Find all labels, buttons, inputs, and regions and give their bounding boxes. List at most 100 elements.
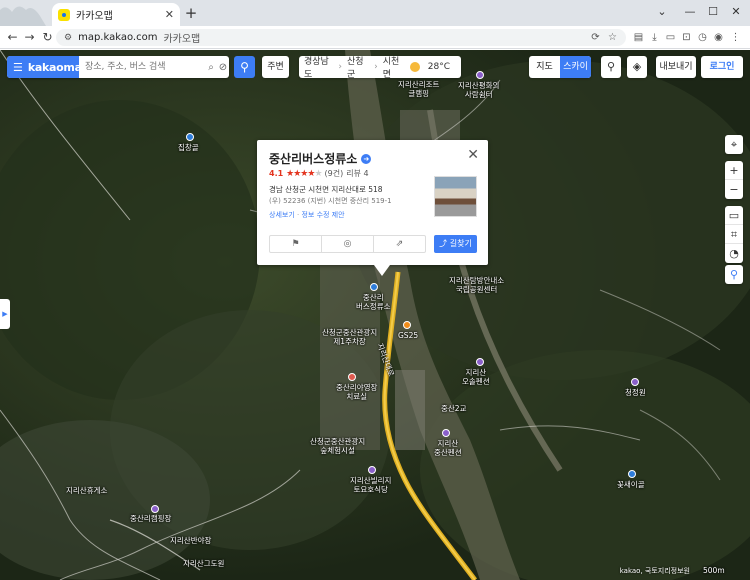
history-icon[interactable]: ◷ [696, 31, 709, 44]
map-label[interactable]: 지리산 오솔펜션 [462, 368, 490, 386]
poi-marker-icon[interactable] [348, 373, 356, 381]
arrow-right-icon[interactable]: ➜ [361, 153, 372, 164]
place-name[interactable]: 중산리버스정류소 [269, 150, 357, 167]
detail-link[interactable]: 상세보기 [269, 211, 295, 219]
sidebar-expand-icon[interactable]: ▶ [0, 299, 10, 329]
poi-marker-icon[interactable] [442, 429, 450, 437]
bookmark-star-icon[interactable]: ☆ [606, 31, 619, 44]
map-label[interactable]: 중산리캠핑장 [130, 514, 171, 523]
zoom-in-button[interactable]: + [725, 161, 743, 180]
clear-search-icon[interactable]: ⊘ [217, 62, 229, 73]
map-type-skyview[interactable]: 스카이뷰 [560, 56, 591, 78]
map-type-roadmap[interactable]: 지도 [529, 56, 560, 78]
place-rating: 4.1 ★★★★★ (9건) 리뷰 4 [269, 168, 369, 179]
close-window-button[interactable]: ✕ [724, 3, 748, 21]
radius-measure-icon[interactable]: ◔ [725, 244, 743, 263]
rating-count: (9건) [324, 169, 344, 178]
tab-title: 카카오맵 [76, 11, 113, 22]
distance-ruler-icon[interactable]: ▭ [725, 206, 743, 225]
location-pin-icon[interactable]: ⚲ [725, 265, 743, 284]
maximize-button[interactable]: ☐ [701, 3, 725, 21]
map-label[interactable]: 산청군중산관광지 숲체험시설 [310, 437, 365, 455]
map-label[interactable]: 지리산탐방안내소 국립공원센터 [449, 276, 504, 294]
poi-marker-icon[interactable] [476, 358, 484, 366]
site-info-icon[interactable]: ⚙ [64, 33, 72, 43]
share-icon[interactable]: ⇗ [374, 236, 425, 252]
pin-tool-button[interactable]: ⚲ [725, 265, 743, 284]
place-title[interactable]: 중산리버스정류소 ➜ [269, 150, 372, 167]
close-tab-icon[interactable]: ✕ [165, 8, 174, 21]
poi-marker-icon[interactable] [186, 133, 194, 141]
new-tab-button[interactable]: + [183, 5, 199, 21]
browser-tabstrip: 카카오맵 ✕ + ⌄ — ☐ ✕ [0, 0, 750, 26]
bookmark-icon[interactable]: ⚑ [270, 236, 322, 252]
map-label[interactable]: GS25 [398, 331, 418, 340]
back-button[interactable]: ← [5, 30, 20, 45]
browser-tab[interactable]: 카카오맵 ✕ [52, 3, 180, 26]
area-measure-icon[interactable]: ⌗ [725, 225, 743, 244]
map-label[interactable]: 집창골 [178, 143, 199, 152]
region-province[interactable]: 경상남도 [299, 54, 338, 80]
weather-widget[interactable]: 28°C [409, 62, 461, 72]
minimize-button[interactable]: — [678, 3, 702, 21]
reload-button[interactable]: ↻ [40, 30, 55, 45]
region-town[interactable]: 시천면 [378, 54, 410, 80]
map-label[interactable]: 청정원 [625, 388, 646, 397]
search-input[interactable] [79, 57, 205, 77]
location-pin-icon[interactable]: ◎ [322, 236, 374, 252]
tab-search-button[interactable]: ⌄ [650, 3, 674, 21]
directions-button[interactable]: ⤴ 길찾기 [434, 235, 477, 253]
place-photo[interactable] [434, 176, 477, 217]
map-label[interactable]: 지리산빌리지 토요호식당 [350, 476, 391, 494]
poi-marker-icon[interactable] [628, 470, 636, 478]
map-label[interactable]: 중산리야영장 치료실 [336, 383, 377, 401]
map-label[interactable]: 중산리 버스정류소 [356, 293, 391, 311]
omnibox[interactable]: ⚙ map.kakao.com 카카오맵 [56, 29, 626, 46]
route-icon: ⤴ [439, 239, 448, 248]
kakaomap-favicon-icon [58, 8, 70, 21]
poi-marker-icon[interactable] [476, 71, 484, 79]
logo-menu-button[interactable]: ☰ kakaomap [7, 56, 90, 78]
bridge-label: 중산2교 [441, 404, 467, 413]
map-label[interactable]: 지리산 중산펜션 [434, 439, 462, 457]
map-label[interactable]: 꽃새이골 [617, 480, 645, 489]
review-link[interactable]: 리뷰 4 [346, 168, 368, 179]
browser-menu-icon[interactable]: ⋮ [729, 31, 742, 44]
roadview-icon[interactable]: ⚲ [601, 56, 621, 78]
poi-marker-icon[interactable] [151, 505, 159, 513]
login-button[interactable]: 로그인 [701, 56, 743, 78]
place-actions: ⚑ ◎ ⇗ [269, 235, 426, 253]
map-label[interactable]: 지리산반야장 [170, 536, 211, 545]
map-label[interactable]: 지리산평화의 사람쉼터 [458, 81, 499, 99]
place-address: 경남 산청군 시천면 지리산대로 518 [269, 185, 383, 194]
map-label[interactable]: 산청군중산관광지 제1주차장 [322, 328, 377, 346]
layers-icon[interactable]: ◈ [627, 56, 647, 78]
translate-icon[interactable]: ⟳ [589, 31, 602, 44]
map-label[interactable]: 지리산리조트 글램핑 [398, 80, 439, 98]
close-popup-icon[interactable]: ✕ [467, 147, 479, 163]
profile-icon[interactable]: ◉ [712, 31, 725, 44]
edit-suggestion-link[interactable]: 정보 수정 제안 [301, 211, 344, 219]
download-icon[interactable]: ⤓ [648, 31, 661, 44]
region-county[interactable]: 산청군 [342, 54, 374, 80]
zoom-out-button[interactable]: − [725, 180, 743, 199]
map-label[interactable]: 지리산휴게소 [66, 486, 107, 495]
screenshot-icon[interactable]: ⊡ [680, 31, 693, 44]
convenience-store-marker-icon[interactable] [403, 321, 411, 329]
poi-marker-icon[interactable] [631, 378, 639, 386]
crosshair-icon[interactable]: ⌖ [725, 135, 743, 154]
link-separator: · [297, 211, 300, 219]
bus-stop-marker-icon[interactable] [370, 283, 378, 291]
satellite-map[interactable]: ☰ kakaomap ⌕ ⊘ ⚲ 주변 경상남도 › 산청군 › 시천면 28°… [0, 50, 750, 580]
cast-icon[interactable]: ▭ [664, 31, 677, 44]
search-icon[interactable]: ⌕ [205, 62, 217, 73]
forward-button[interactable]: → [22, 30, 37, 45]
directions-pin-icon[interactable]: ⚲ [234, 56, 255, 78]
poi-marker-icon[interactable] [368, 466, 376, 474]
map-label[interactable]: 지리산그도원 [183, 559, 224, 568]
page-name-text: 카카오맵 [163, 34, 201, 45]
extensions-icon[interactable]: ▤ [632, 31, 645, 44]
export-button[interactable]: 내보내기 [656, 56, 696, 78]
my-location-button[interactable]: ⌖ [725, 135, 743, 154]
nearby-button[interactable]: 주변 [262, 56, 289, 78]
